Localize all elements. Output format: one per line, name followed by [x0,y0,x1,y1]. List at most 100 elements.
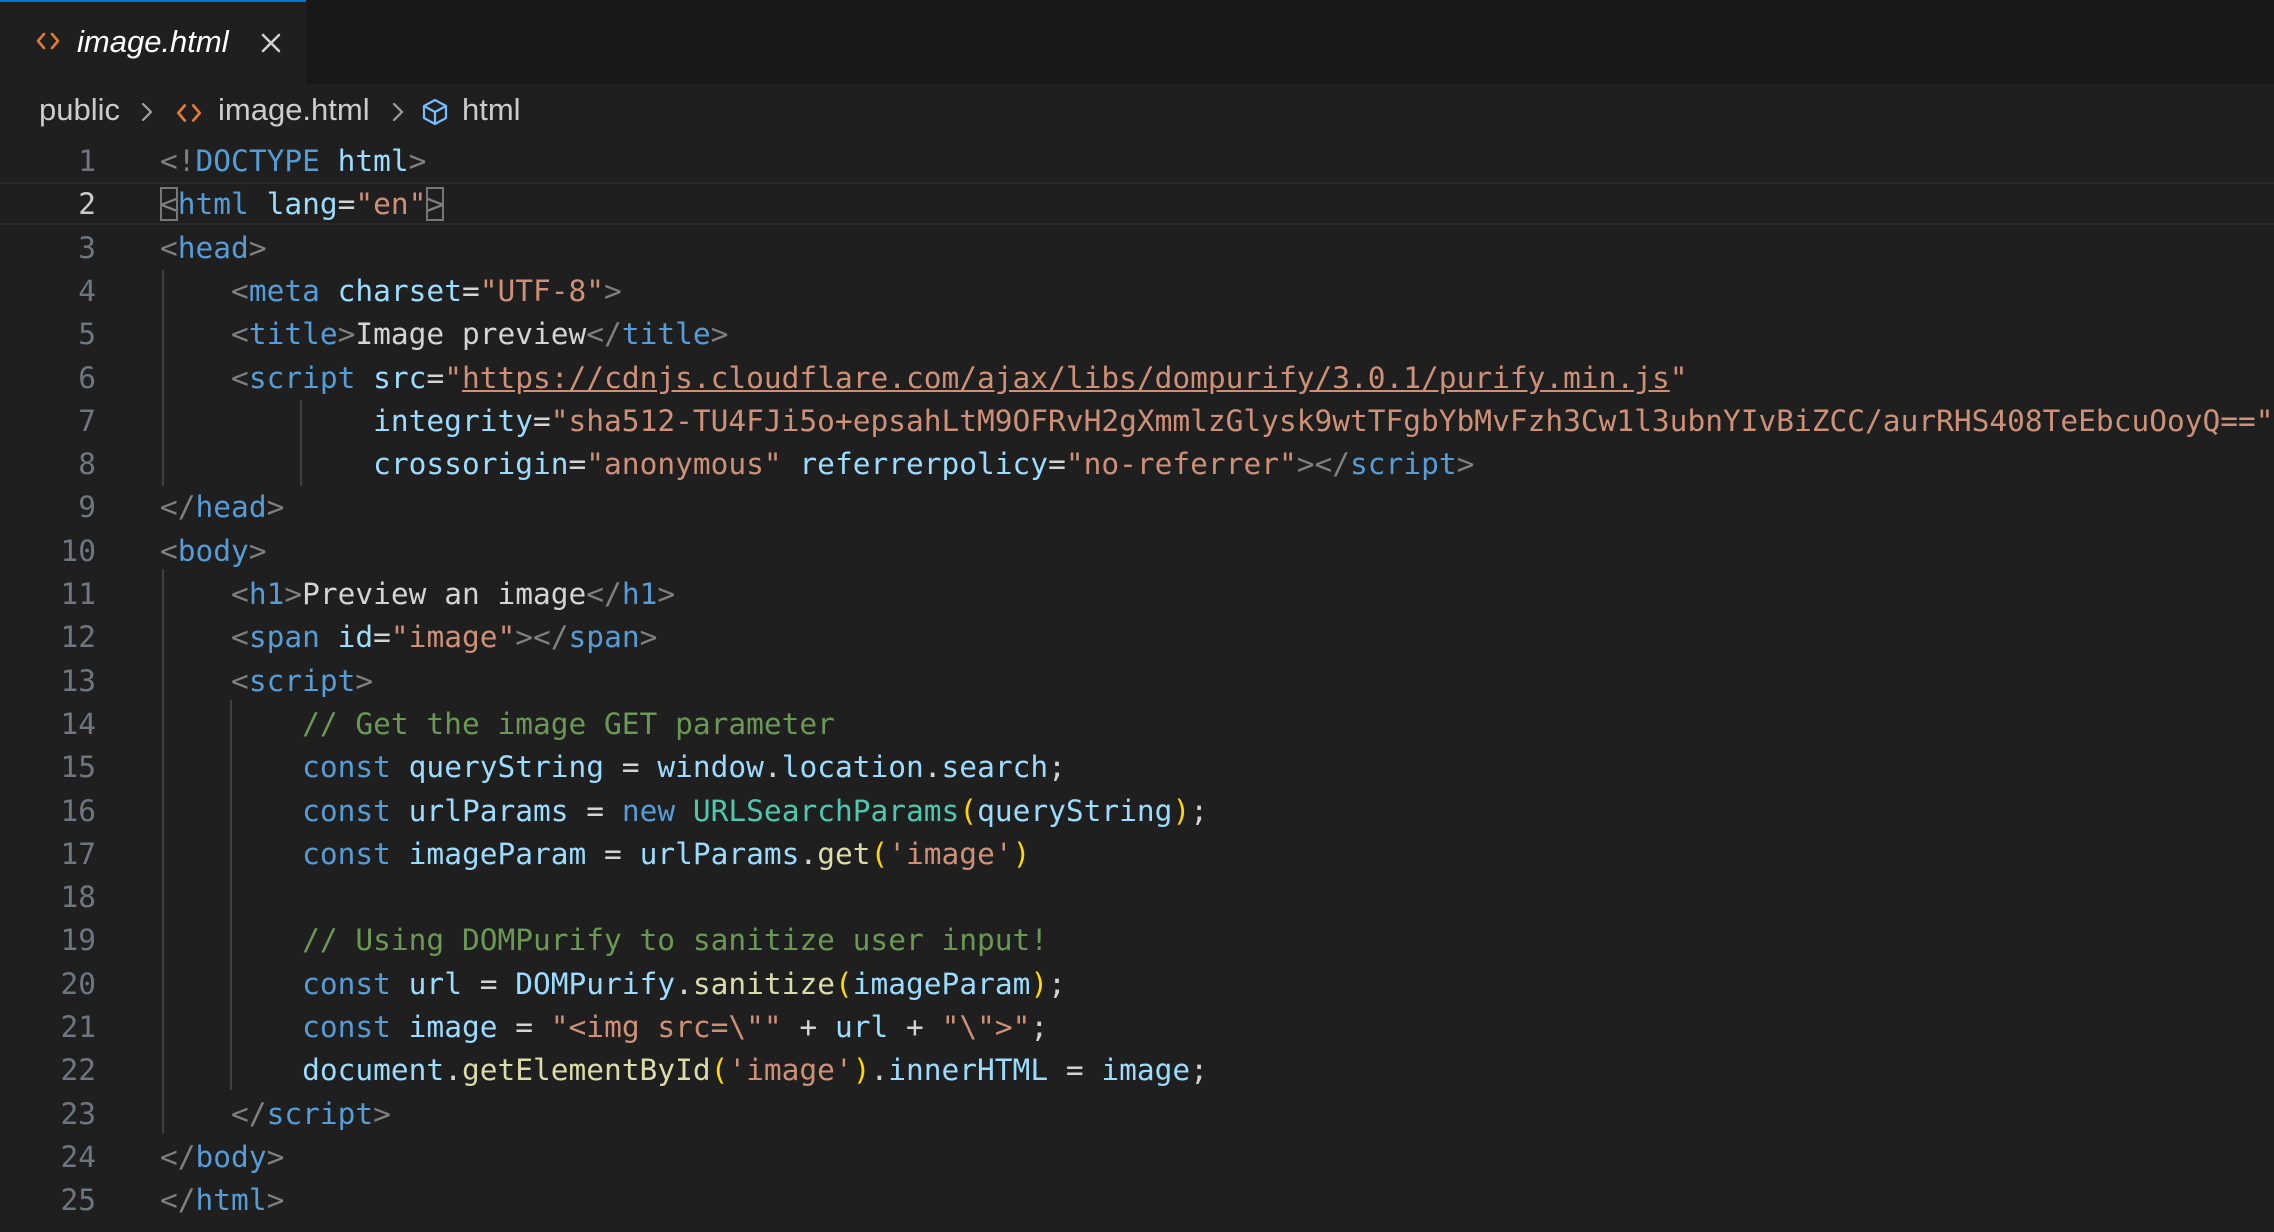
code-token: " [1669,360,1688,395]
code-token: < [231,360,249,395]
code-token: > [266,490,285,525]
code-token: html [177,187,249,222]
line-number: 18 [60,880,96,915]
code-token: . [444,1053,462,1088]
code-token: document [302,1053,445,1088]
code-token: imageParam [408,836,587,871]
code-token: = [337,187,356,222]
line-number: 11 [60,577,96,611]
breadcrumb-item-file[interactable]: image.html [218,90,370,130]
code-token: DOCTYPE [195,144,320,178]
code-token: </ [586,577,622,611]
code-line: const url = DOMPurify.sanitize(imagePara… [160,963,1066,1006]
breadcrumb: public image.html html [0,84,2274,140]
code-token: image [1101,1053,1191,1088]
line-number: 13 [60,663,96,698]
code-token: < [231,577,249,611]
breadcrumb-item-html[interactable]: html [462,90,521,130]
tab-bar: image.html [0,0,2274,84]
chevron-right-icon [141,102,153,122]
code-line: <head> [160,227,267,270]
cube-symbol-icon [422,98,448,126]
code-token: urlParams [639,836,800,871]
code-token: title [621,317,711,352]
code-token: span [568,620,640,655]
code-token: = [1048,1053,1102,1088]
code-token: ( [710,1053,729,1088]
code-token: Image preview [355,317,587,352]
code-token: > [284,577,303,611]
code-token: "<img src=\"" [550,1010,782,1044]
code-token: meta [248,273,320,308]
code-line: </html> [160,1179,284,1222]
code-line: const queryString = window.location.sear… [160,746,1066,789]
code-token: title [248,317,338,352]
line-number: 6 [78,360,96,395]
code-token: span [248,620,320,655]
code-token: = [426,360,445,395]
code-token: script [248,663,356,698]
code-token: crossorigin [373,447,569,482]
code-line: <!DOCTYPE html> [160,140,426,183]
code-line: // Get the image GET parameter [160,703,835,746]
code-token: Preview an image [302,577,587,611]
line-number: 4 [78,273,96,308]
code-token: referrerpolicy [799,447,1049,482]
line-number: 8 [78,447,96,482]
code-token: "no-referrer" [1065,447,1297,482]
code-token: src [373,360,427,395]
code-token: > [248,533,267,568]
code-token: "en" [355,187,427,222]
code-token: const [302,966,391,1001]
code-line: <title>Image preview</title> [160,313,728,356]
code-token: > [710,317,729,352]
code-token: body [195,1139,267,1174]
code-token: ) [1172,793,1191,828]
code-token: <! [160,144,196,178]
code-token: . [923,750,942,785]
code-token: ; [1030,1010,1049,1044]
line-number: 10 [60,533,96,568]
code-token: > [657,577,676,611]
code-token: sanitize [692,966,835,1001]
code-token: < [231,620,249,655]
code-token: < [160,187,178,222]
code-token: . [799,836,818,871]
code-line: integrity="sha512-TU4FJi5o+epsahLtM9OFRv… [160,400,2273,443]
code-token: . [675,966,693,1001]
code-token: const [302,1010,391,1044]
code-token: > [426,187,445,222]
code-line: </head> [160,486,284,529]
tab-image-html[interactable]: image.html [0,0,306,84]
code-token: DOMPurify [515,966,676,1001]
code-editor[interactable]: 1 2 3 4 5 6 7 8 9 10 11 12 13 14 15 16 17 18 19 20 21 22 23 24 2… [0,140,2274,1232]
code-token: head [177,230,249,265]
code-token: body [177,533,249,568]
close-icon[interactable] [258,30,284,56]
code-token: ; [1190,1053,1208,1088]
line-number: 23 [60,1096,96,1131]
code-token: + [781,1010,835,1044]
line-number: 22 [60,1053,96,1088]
code-token: imageParam [852,966,1031,1001]
code-token: </ [160,1183,196,1218]
code-token: ; [1048,966,1066,1001]
code-token: = [568,793,622,828]
breadcrumb-item-public[interactable]: public [39,90,120,130]
code-token: https://cdnjs.cloudflare.com/ajax/libs/d… [461,360,1670,395]
code-token: lang [266,187,338,222]
code-token: get [817,836,871,871]
code-token: h1 [621,577,658,611]
code-token: > [248,230,267,265]
line-number: 15 [60,750,96,785]
code-line: const urlParams = new URLSearchParams(qu… [160,790,1208,833]
line-number: 17 [60,836,96,871]
